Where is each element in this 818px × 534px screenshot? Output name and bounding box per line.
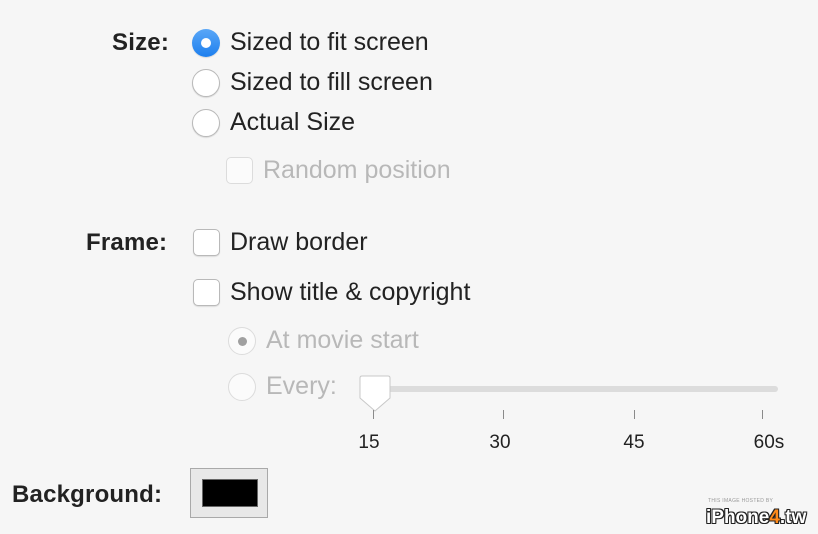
title-option-at-movie-start[interactable]: At movie start bbox=[228, 326, 448, 356]
size-option-fit-screen[interactable]: Sized to fit screen bbox=[192, 28, 482, 58]
title-option-every[interactable]: Every: bbox=[228, 372, 348, 402]
random-position-checkbox-row[interactable]: Random position bbox=[226, 156, 486, 186]
radio-button-selected[interactable] bbox=[228, 327, 256, 355]
watermark-logo-suffix: .tw bbox=[779, 507, 807, 528]
show-title-checkbox[interactable] bbox=[193, 279, 220, 306]
random-position-checkbox[interactable] bbox=[226, 157, 253, 184]
slider-knob[interactable] bbox=[358, 374, 392, 414]
slider-tick bbox=[634, 410, 635, 419]
draw-border-label: Draw border bbox=[230, 228, 368, 256]
size-option-actual-size[interactable]: Actual Size bbox=[192, 108, 482, 138]
watermark-logo-prefix: iPhone bbox=[706, 507, 770, 528]
interval-slider[interactable]: 15 30 45 60s bbox=[356, 374, 784, 454]
slider-tick bbox=[373, 410, 374, 419]
random-position-label: Random position bbox=[263, 156, 451, 184]
draw-border-checkbox-row[interactable]: Draw border bbox=[193, 228, 413, 258]
slider-tick-label: 15 bbox=[358, 432, 380, 453]
slider-track[interactable] bbox=[373, 386, 778, 392]
size-option-label: Sized to fit screen bbox=[230, 28, 429, 56]
size-option-label: Actual Size bbox=[230, 108, 356, 136]
size-label: Size: bbox=[112, 29, 170, 56]
radio-button[interactable] bbox=[228, 373, 256, 401]
size-option-label: Sized to fill screen bbox=[230, 68, 433, 96]
watermark-logo-number: 4 bbox=[769, 507, 780, 528]
slider-tick-label: 45 bbox=[623, 432, 645, 453]
radio-button-selected[interactable] bbox=[192, 29, 220, 57]
slider-tick-label: 60s bbox=[753, 432, 785, 453]
background-label: Background: bbox=[12, 481, 163, 508]
show-title-checkbox-row[interactable]: Show title & copyright bbox=[193, 278, 513, 308]
draw-border-checkbox[interactable] bbox=[193, 229, 220, 256]
title-option-label: At movie start bbox=[266, 326, 419, 354]
watermark-logo: iPhone4.tw bbox=[706, 507, 806, 529]
title-option-label: Every: bbox=[266, 372, 337, 400]
show-title-label: Show title & copyright bbox=[230, 278, 471, 306]
watermark-caption: THIS IMAGE HOSTED BY bbox=[708, 498, 774, 504]
radio-button[interactable] bbox=[192, 109, 220, 137]
radio-button[interactable] bbox=[192, 69, 220, 97]
size-option-fill-screen[interactable]: Sized to fill screen bbox=[192, 68, 482, 98]
slider-tick bbox=[503, 410, 504, 419]
background-color-well[interactable] bbox=[190, 468, 268, 518]
slider-tick-label: 30 bbox=[489, 432, 511, 453]
background-color-swatch bbox=[202, 479, 258, 507]
watermark: THIS IMAGE HOSTED BY iPhone4.tw bbox=[704, 498, 816, 532]
slider-tick bbox=[762, 410, 763, 419]
frame-label: Frame: bbox=[86, 229, 168, 256]
